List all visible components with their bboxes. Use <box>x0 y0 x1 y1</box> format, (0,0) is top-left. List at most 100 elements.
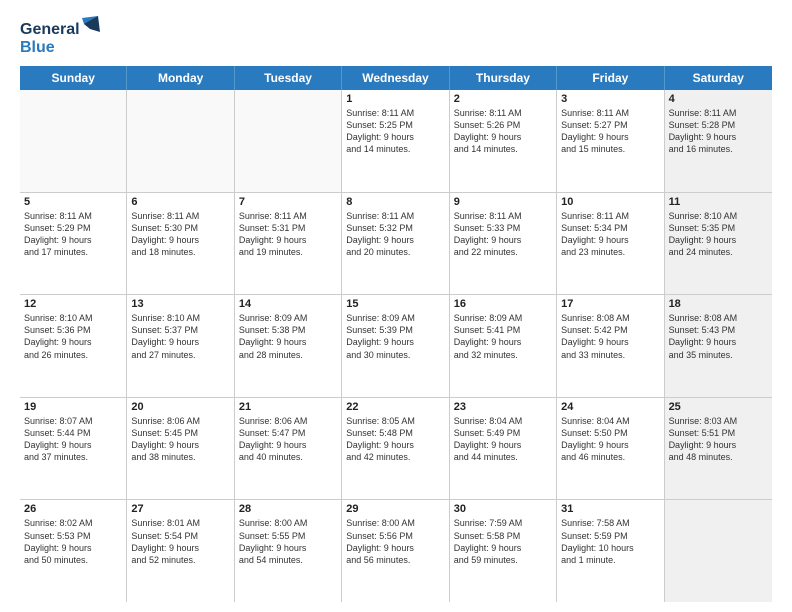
calendar-cell: 6Sunrise: 8:11 AM Sunset: 5:30 PM Daylig… <box>127 193 234 295</box>
day-info: Sunrise: 7:59 AM Sunset: 5:58 PM Dayligh… <box>454 517 552 566</box>
day-number: 26 <box>24 503 122 515</box>
day-info: Sunrise: 8:11 AM Sunset: 5:31 PM Dayligh… <box>239 210 337 259</box>
day-number: 31 <box>561 503 659 515</box>
calendar-cell <box>20 90 127 192</box>
calendar-cell: 14 Sunrise: 8:09 AM Sunset: 5:38 PM Dayli… <box>235 295 342 397</box>
day-info: Sunrise: 8:04 AM Sunset: 5:49 PM Dayligh… <box>454 415 552 464</box>
day-info: Sunrise: 8:04 AM Sunset: 5:50 PM Dayligh… <box>561 415 659 464</box>
calendar-cell: 4 Sunrise: 8:11 AM Sunset: 5:28 PM Daylig… <box>665 90 772 192</box>
day-number: 23 <box>454 401 552 413</box>
calendar-cell: 7 Sunrise: 8:11 AM Sunset: 5:31 PM Daylig… <box>235 193 342 295</box>
calendar-cell: 22Sunrise: 8:05 AM Sunset: 5:48 PM Dayli… <box>342 398 449 500</box>
calendar-header-cell: Friday <box>557 66 664 90</box>
calendar-cell: 2 Sunrise: 8:11 AM Sunset: 5:26 PM Daylig… <box>450 90 557 192</box>
svg-text:General: General <box>20 21 80 38</box>
day-info: Sunrise: 8:11 AM Sunset: 5:33 PM Dayligh… <box>454 210 552 259</box>
day-info: Sunrise: 8:06 AM Sunset: 5:47 PM Dayligh… <box>239 415 337 464</box>
day-number: 17 <box>561 298 659 310</box>
day-number: 6 <box>131 196 229 208</box>
day-number: 16 <box>454 298 552 310</box>
day-number: 11 <box>669 196 768 208</box>
calendar-row: 1 Sunrise: 8:11 AM Sunset: 5:25 PM Daylig… <box>20 90 772 193</box>
day-number: 18 <box>669 298 768 310</box>
calendar-cell <box>127 90 234 192</box>
calendar-cell: 12 Sunrise: 8:10 AM Sunset: 5:36 PM Dayli… <box>20 295 127 397</box>
day-info: Sunrise: 8:07 AM Sunset: 5:44 PM Dayligh… <box>24 415 122 464</box>
day-number: 30 <box>454 503 552 515</box>
calendar-cell: 11 Sunrise: 8:10 AM Sunset: 5:35 PM Dayli… <box>665 193 772 295</box>
calendar-row: 19 Sunrise: 8:07 AM Sunset: 5:44 PM Dayli… <box>20 398 772 501</box>
calendar-cell: 18 Sunrise: 8:08 AM Sunset: 5:43 PM Dayli… <box>665 295 772 397</box>
day-info: Sunrise: 8:06 AM Sunset: 5:45 PM Dayligh… <box>131 415 229 464</box>
calendar-cell: 17 Sunrise: 8:08 AM Sunset: 5:42 PM Dayli… <box>557 295 664 397</box>
logo: GeneralBlue <box>20 16 100 58</box>
day-info: Sunrise: 8:09 AM Sunset: 5:38 PM Dayligh… <box>239 312 337 361</box>
calendar-header-cell: Sunday <box>20 66 127 90</box>
day-info: Sunrise: 8:11 AM Sunset: 5:25 PM Dayligh… <box>346 107 444 156</box>
day-number: 1 <box>346 93 444 105</box>
day-info: Sunrise: 8:10 AM Sunset: 5:37 PM Dayligh… <box>131 312 229 361</box>
calendar-header-cell: Saturday <box>665 66 772 90</box>
day-info: Sunrise: 8:08 AM Sunset: 5:42 PM Dayligh… <box>561 312 659 361</box>
logo-icon: GeneralBlue <box>20 16 100 58</box>
day-info: Sunrise: 8:09 AM Sunset: 5:41 PM Dayligh… <box>454 312 552 361</box>
day-number: 24 <box>561 401 659 413</box>
day-number: 20 <box>131 401 229 413</box>
day-number: 27 <box>131 503 229 515</box>
day-info: Sunrise: 8:01 AM Sunset: 5:54 PM Dayligh… <box>131 517 229 566</box>
calendar-cell: 31 Sunrise: 7:58 AM Sunset: 5:59 PM Dayli… <box>557 500 664 602</box>
day-number: 14 <box>239 298 337 310</box>
calendar-cell: 15 Sunrise: 8:09 AM Sunset: 5:39 PM Dayli… <box>342 295 449 397</box>
day-number: 15 <box>346 298 444 310</box>
calendar-row: 5Sunrise: 8:11 AM Sunset: 5:29 PM Daylig… <box>20 193 772 296</box>
day-info: Sunrise: 8:11 AM Sunset: 5:28 PM Dayligh… <box>669 107 768 156</box>
svg-text:Blue: Blue <box>20 39 55 56</box>
day-number: 7 <box>239 196 337 208</box>
day-info: Sunrise: 8:08 AM Sunset: 5:43 PM Dayligh… <box>669 312 768 361</box>
day-info: Sunrise: 8:11 AM Sunset: 5:34 PM Dayligh… <box>561 210 659 259</box>
day-number: 28 <box>239 503 337 515</box>
page: GeneralBlue SundayMondayTuesdayWednesday… <box>0 0 792 612</box>
calendar-cell: 1 Sunrise: 8:11 AM Sunset: 5:25 PM Daylig… <box>342 90 449 192</box>
calendar-body: 1 Sunrise: 8:11 AM Sunset: 5:25 PM Daylig… <box>20 90 772 602</box>
day-number: 29 <box>346 503 444 515</box>
calendar-cell: 3Sunrise: 8:11 AM Sunset: 5:27 PM Daylig… <box>557 90 664 192</box>
calendar-cell: 27 Sunrise: 8:01 AM Sunset: 5:54 PM Dayli… <box>127 500 234 602</box>
calendar-cell: 13Sunrise: 8:10 AM Sunset: 5:37 PM Dayli… <box>127 295 234 397</box>
day-info: Sunrise: 8:05 AM Sunset: 5:48 PM Dayligh… <box>346 415 444 464</box>
calendar-cell: 21 Sunrise: 8:06 AM Sunset: 5:47 PM Dayli… <box>235 398 342 500</box>
calendar-header-cell: Wednesday <box>342 66 449 90</box>
calendar-header-cell: Tuesday <box>235 66 342 90</box>
calendar-cell: 23 Sunrise: 8:04 AM Sunset: 5:49 PM Dayli… <box>450 398 557 500</box>
calendar-cell: 26 Sunrise: 8:02 AM Sunset: 5:53 PM Dayli… <box>20 500 127 602</box>
day-info: Sunrise: 8:11 AM Sunset: 5:32 PM Dayligh… <box>346 210 444 259</box>
calendar-cell: 19 Sunrise: 8:07 AM Sunset: 5:44 PM Dayli… <box>20 398 127 500</box>
day-number: 4 <box>669 93 768 105</box>
calendar-cell: 16 Sunrise: 8:09 AM Sunset: 5:41 PM Dayli… <box>450 295 557 397</box>
day-info: Sunrise: 8:00 AM Sunset: 5:56 PM Dayligh… <box>346 517 444 566</box>
calendar-row: 26 Sunrise: 8:02 AM Sunset: 5:53 PM Dayli… <box>20 500 772 602</box>
calendar-cell: 8 Sunrise: 8:11 AM Sunset: 5:32 PM Daylig… <box>342 193 449 295</box>
calendar: SundayMondayTuesdayWednesdayThursdayFrid… <box>20 66 772 602</box>
calendar-cell: 29 Sunrise: 8:00 AM Sunset: 5:56 PM Dayli… <box>342 500 449 602</box>
calendar-cell: 24 Sunrise: 8:04 AM Sunset: 5:50 PM Dayli… <box>557 398 664 500</box>
day-number: 8 <box>346 196 444 208</box>
day-info: Sunrise: 8:10 AM Sunset: 5:36 PM Dayligh… <box>24 312 122 361</box>
day-number: 12 <box>24 298 122 310</box>
day-info: Sunrise: 7:58 AM Sunset: 5:59 PM Dayligh… <box>561 517 659 566</box>
day-number: 10 <box>561 196 659 208</box>
calendar-cell <box>665 500 772 602</box>
day-number: 2 <box>454 93 552 105</box>
calendar-cell: 25Sunrise: 8:03 AM Sunset: 5:51 PM Dayli… <box>665 398 772 500</box>
calendar-cell <box>235 90 342 192</box>
header: GeneralBlue <box>20 16 772 58</box>
day-info: Sunrise: 8:09 AM Sunset: 5:39 PM Dayligh… <box>346 312 444 361</box>
day-info: Sunrise: 8:10 AM Sunset: 5:35 PM Dayligh… <box>669 210 768 259</box>
day-info: Sunrise: 8:03 AM Sunset: 5:51 PM Dayligh… <box>669 415 768 464</box>
day-number: 19 <box>24 401 122 413</box>
calendar-cell: 20 Sunrise: 8:06 AM Sunset: 5:45 PM Dayli… <box>127 398 234 500</box>
day-info: Sunrise: 8:11 AM Sunset: 5:26 PM Dayligh… <box>454 107 552 156</box>
day-info: Sunrise: 8:02 AM Sunset: 5:53 PM Dayligh… <box>24 517 122 566</box>
day-number: 21 <box>239 401 337 413</box>
calendar-cell: 30 Sunrise: 7:59 AM Sunset: 5:58 PM Dayli… <box>450 500 557 602</box>
